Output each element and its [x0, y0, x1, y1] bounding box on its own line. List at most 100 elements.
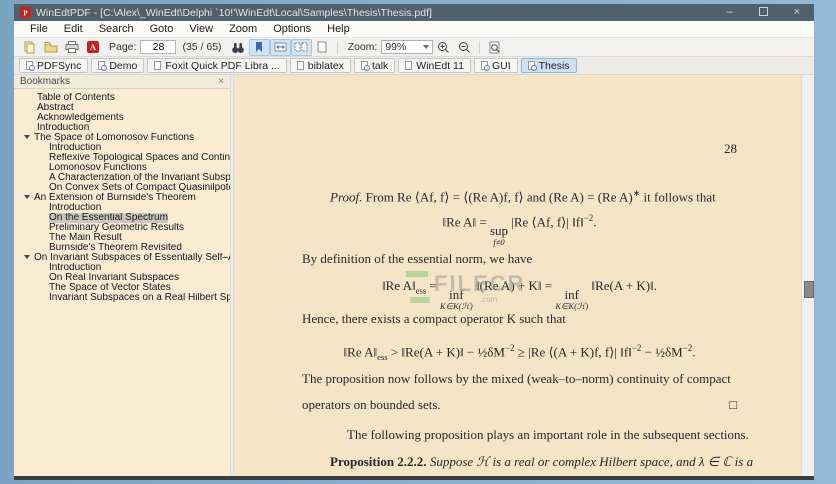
close-button[interactable]: ×	[794, 7, 800, 18]
bookmark-item[interactable]: An Extension of Burnside's Theorem	[14, 193, 230, 203]
bookmark-item[interactable]: Introduction	[14, 143, 230, 153]
document-tab[interactable]: Demo	[91, 58, 145, 73]
bookmarks-tree: Table of Contents Abstract Acknowledgeme…	[14, 89, 230, 303]
menu-item[interactable]: View	[181, 23, 221, 35]
bookmark-item[interactable]: On Invariant Subspaces of Essentially Se…	[14, 253, 230, 263]
tab-label: WinEdt 11	[416, 59, 464, 72]
tab-label: PDFSync	[37, 59, 82, 72]
bookmark-item[interactable]: The Space of Vector States	[14, 283, 230, 293]
bookmark-item[interactable]: The Space of Lomonosov Functions	[14, 133, 230, 143]
page-number-input[interactable]	[140, 40, 177, 54]
fit-width-button[interactable]	[269, 38, 291, 56]
bookmarks-toggle-button[interactable]	[248, 38, 270, 56]
vertical-scrollbar[interactable]	[801, 75, 814, 476]
toolbar-separator	[479, 40, 481, 54]
continuous-pages-button[interactable]	[290, 38, 312, 56]
document-tab-bar: PDFSync Demo Foxit Quick PDF Libra ... b…	[14, 57, 814, 75]
bookmark-item[interactable]: On the Essential Spectrum	[14, 213, 230, 223]
copy-page-button[interactable]	[19, 39, 40, 56]
menu-bar: File Edit Search Goto View Zoom Options …	[14, 21, 814, 38]
bookmark-item[interactable]: Introduction	[14, 263, 230, 273]
document-tab[interactable]: PDFSync	[19, 58, 89, 73]
print-button[interactable]	[61, 39, 82, 56]
svg-text:P: P	[23, 9, 28, 17]
display-formula-1: ‖Re A‖ = sup f≠0 |Re ⟨Af, f⟩| ‖f‖−2.	[442, 213, 597, 248]
tab-label: GUI	[491, 59, 511, 72]
bookmark-item[interactable]: Invariant Subspaces on a Real Hilbert Sp…	[14, 293, 230, 303]
tab-label: biblatex	[307, 59, 344, 72]
document-tab[interactable]: Foxit Quick PDF Libra ...	[147, 58, 287, 73]
zoom-out-icon	[459, 41, 471, 53]
document-icon	[296, 61, 304, 70]
single-page-icon	[317, 41, 327, 53]
maximize-button[interactable]	[758, 7, 768, 16]
menu-item[interactable]: Help	[319, 23, 358, 35]
preview-button[interactable]	[484, 39, 505, 56]
bookmark-item[interactable]: Abstract	[14, 103, 230, 113]
document-icon	[26, 61, 35, 71]
chevron-down-icon[interactable]	[24, 195, 30, 199]
bookmark-item[interactable]: Introduction	[14, 203, 230, 213]
bookmark-item[interactable]: The Main Result	[14, 233, 230, 243]
adobe-pdf-icon: A	[86, 41, 99, 53]
open-folder-button[interactable]	[40, 39, 61, 56]
pdf-file-icon: P	[20, 7, 31, 18]
menu-item[interactable]: Edit	[56, 23, 91, 35]
document-icon	[154, 61, 162, 70]
menu-item[interactable]: Search	[91, 23, 142, 35]
bookmark-item[interactable]: Preliminary Geometric Results	[14, 223, 230, 233]
bookmark-item[interactable]: Introduction	[14, 123, 230, 133]
document-icon	[480, 61, 490, 71]
main-area: Bookmarks × Table of Contents Abstract A…	[14, 75, 814, 476]
adobe-reader-button[interactable]: A	[82, 39, 103, 56]
fit-width-icon	[274, 42, 287, 52]
proposition-line1: Proposition 2.2.2. Suppose ℋ is a real o…	[330, 454, 754, 469]
page-number: 28	[724, 141, 737, 156]
menu-item[interactable]: Options	[265, 23, 319, 35]
zoom-out-button[interactable]	[454, 39, 475, 56]
minimize-button[interactable]: –	[726, 7, 732, 18]
bookmark-item[interactable]: Lomonosov Functions	[14, 163, 230, 173]
document-tab[interactable]: talk	[353, 58, 396, 73]
scrollbar-thumb[interactable]	[804, 281, 814, 298]
title-bar[interactable]: P WinEdtPDF - [C:\Alex\_WinEdt\Delphi `1…	[14, 4, 814, 21]
document-icon	[98, 61, 108, 71]
find-button[interactable]	[228, 39, 249, 56]
bookmark-item[interactable]: On Convex Sets of Compact Quasinilpotent…	[14, 183, 230, 193]
document-tab[interactable]: GUI	[473, 58, 518, 73]
document-icon	[360, 61, 370, 71]
paragraph-mixed-line1: The proposition now follows by the mixed…	[302, 371, 731, 386]
pdf-page-view[interactable]: 28 Proof. From Re ⟨Af, f⟩ = ⟨(Re A)f, f⟩…	[234, 75, 801, 476]
document-tab[interactable]: WinEdt 11	[398, 58, 471, 73]
single-page-button[interactable]	[312, 39, 333, 56]
chevron-down-icon	[423, 45, 430, 49]
menu-item[interactable]: File	[22, 23, 56, 35]
print-preview-icon	[489, 41, 500, 53]
bookmark-item[interactable]: Burnside's Theorem Revisited	[14, 243, 230, 253]
document-tab[interactable]: Thesis	[520, 58, 577, 73]
winedt-pdf-window: P WinEdtPDF - [C:\Alex\_WinEdt\Delphi `1…	[14, 4, 814, 480]
bookmark-item[interactable]: A Characterization of the Invariant Subs…	[14, 173, 230, 183]
menu-item[interactable]: Goto	[142, 23, 182, 35]
facing-pages-icon	[294, 42, 308, 52]
close-icon[interactable]: ×	[218, 76, 224, 87]
document-icon	[527, 61, 537, 71]
tab-label: talk	[371, 59, 389, 72]
paragraph-hence: Hence, there exists a compact operator K…	[302, 311, 566, 326]
menu-item[interactable]: Zoom	[221, 23, 265, 35]
document-tab[interactable]: biblatex	[289, 58, 351, 73]
paragraph-essential-norm: By definition of the essential norm, we …	[302, 251, 533, 266]
page-label: Page:	[109, 41, 137, 53]
bookmark-item[interactable]: Acknowledgements	[14, 113, 230, 123]
bookmark-item[interactable]: On Real Invariant Subspaces	[14, 273, 230, 283]
bookmarks-title: Bookmarks	[20, 76, 71, 87]
chevron-down-icon[interactable]	[24, 255, 30, 259]
zoom-select[interactable]: 99%	[381, 40, 434, 54]
open-folder-icon	[44, 42, 57, 53]
zoom-in-button[interactable]	[433, 39, 454, 56]
bookmark-item[interactable]: Reflexive Topological Spaces and Continu…	[14, 153, 230, 163]
bookmark-item[interactable]: Table of Contents	[14, 93, 230, 103]
chevron-down-icon[interactable]	[24, 135, 30, 139]
svg-text:A: A	[89, 42, 96, 52]
paragraph-following: The following proposition plays an impor…	[347, 427, 749, 442]
